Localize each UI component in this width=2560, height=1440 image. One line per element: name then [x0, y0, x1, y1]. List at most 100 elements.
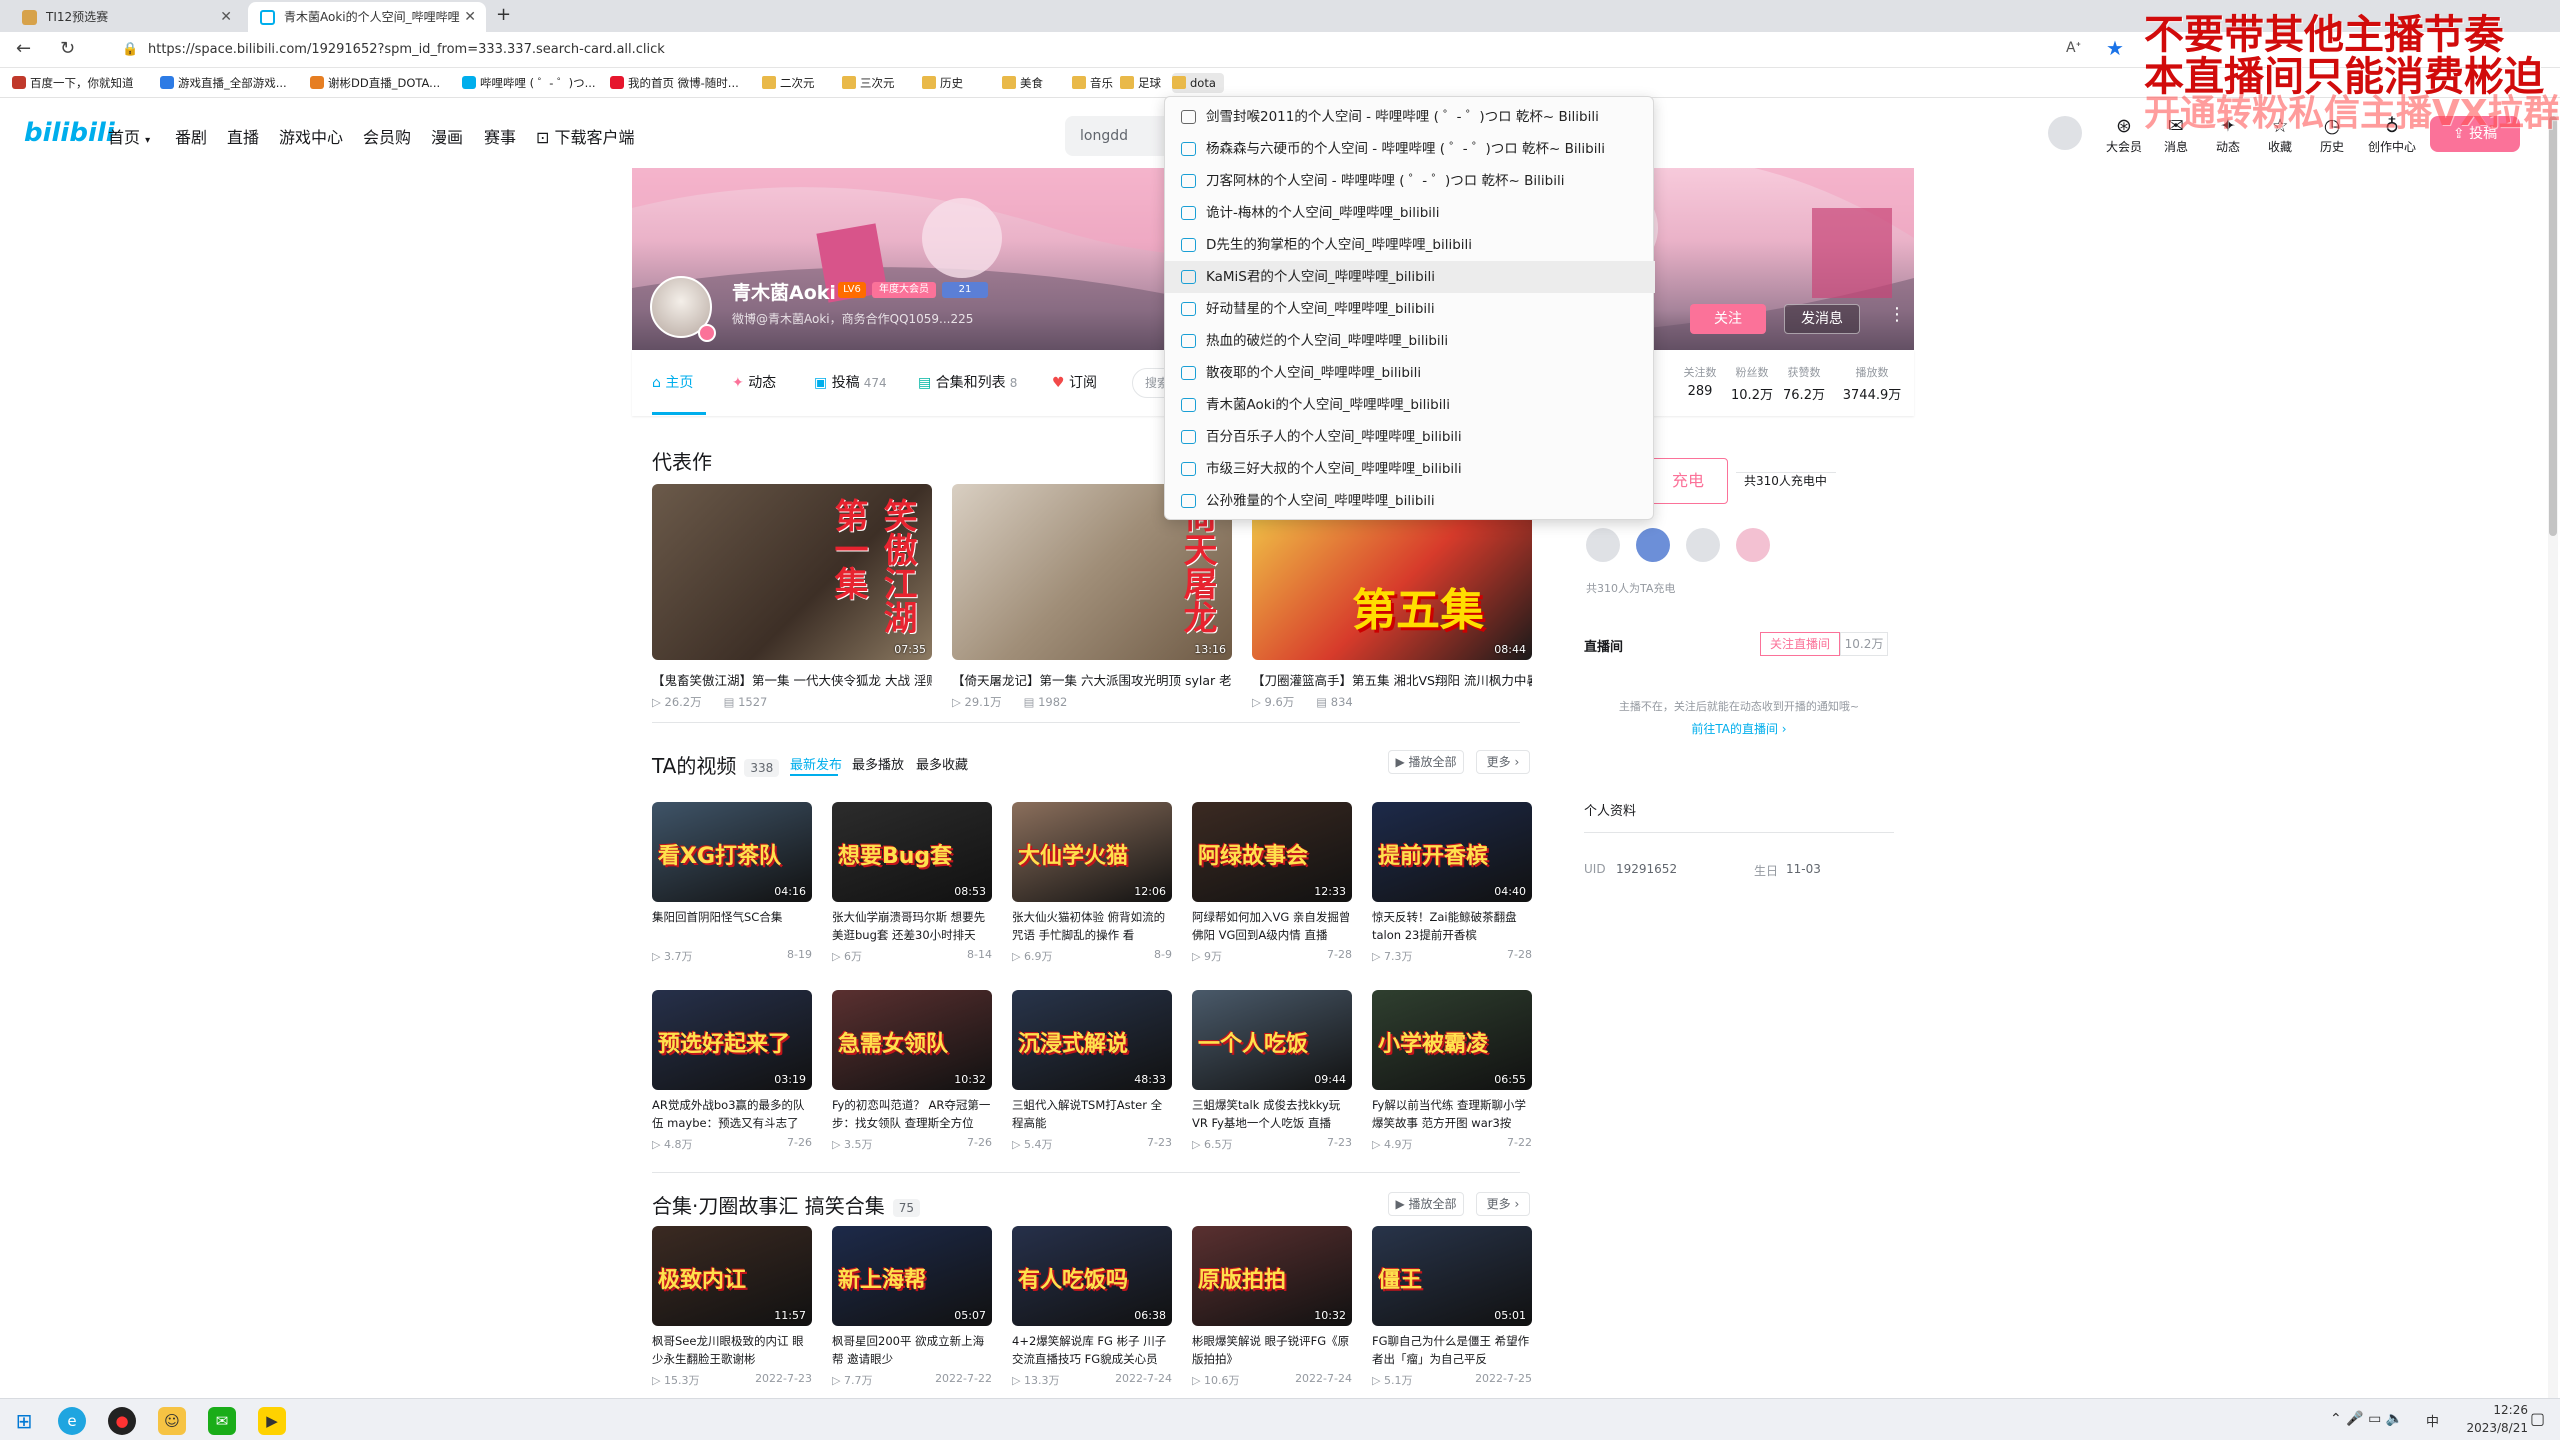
video-card[interactable]: 想要Bug套 08:53 张大仙学崩溃哥玛尔斯 想要先美逛bug套 还差30小时排天…	[832, 802, 994, 968]
video-card[interactable]: 提前开香槟 04:40 惊天反转！Zai能鲸破茶翻盘 talon 23提前开香槟 ▷ …	[1372, 802, 1534, 968]
more-videos-button[interactable]: 更多 ›	[1476, 750, 1530, 774]
video-thumbnail[interactable]: 新上海帮 05:07	[832, 1226, 992, 1326]
play-all-button[interactable]: ▶ 播放全部	[1388, 750, 1464, 774]
bookmark-item[interactable]: 音乐	[1072, 73, 1113, 93]
sort-latest[interactable]: 最新发布	[790, 754, 842, 773]
masterpiece-title[interactable]: 【鬼畜笑傲江湖】第一集 一代大侠令狐龙 大战 淫贼	[652, 670, 932, 689]
app-icon[interactable]: ●	[108, 1407, 136, 1435]
video-title[interactable]: 彬眼爆笑解说 眼子锐评FG《原版拍拍》	[1192, 1332, 1352, 1368]
video-thumbnail[interactable]: 原版拍拍 10:32	[1192, 1226, 1352, 1326]
dropdown-bookmark-item[interactable]: 市级三好大叔的个人空间_哔哩哔哩_bilibili	[1165, 453, 1655, 485]
bilibili-logo[interactable]: bilibili	[24, 118, 115, 148]
video-thumbnail[interactable]: 极致内讧 11:57	[652, 1226, 812, 1326]
stat-following[interactable]: 关注数 289	[1670, 364, 1730, 399]
video-title[interactable]: Fy的初恋叫范道？ AR夺冠第一步：找女领队 查理斯全方位	[832, 1096, 992, 1132]
video-card[interactable]: 僵王 05:01 FG聊自己为什么是僵王 希望作者出「瘤」为自己平反 ▷ 5.1万 20…	[1372, 1226, 1534, 1392]
video-card[interactable]: 有人吃饭吗 06:38 4+2爆笑解说库 FG 彬子 川子交流直播技巧 FG貌成关心…	[1012, 1226, 1174, 1392]
bookmark-item[interactable]: 哔哩哔哩 ( ゜- ゜)つ...	[462, 73, 596, 93]
bookmark-item[interactable]: 足球	[1120, 73, 1161, 93]
url-field[interactable]: 🔒 https://space.bilibili.com/19291652?sp…	[110, 36, 2110, 64]
bookmark-item[interactable]: 游戏直播_全部游戏...	[160, 73, 287, 93]
favorite-star-icon[interactable]: ★	[2106, 36, 2124, 60]
nav-game-center[interactable]: 游戏中心	[279, 124, 343, 148]
video-thumbnail[interactable]: 僵王 05:01	[1372, 1226, 1532, 1326]
collection-more-button[interactable]: 更多 ›	[1476, 1192, 1530, 1216]
charger-avatar[interactable]	[1636, 528, 1670, 562]
tab-dynamics[interactable]: ✦ 动态	[732, 372, 776, 392]
close-tab-icon[interactable]: ✕	[464, 2, 476, 32]
app-icon[interactable]: ☺	[158, 1407, 186, 1435]
bookmark-item[interactable]: 历史	[922, 73, 963, 93]
follow-button[interactable]: 关注	[1690, 304, 1766, 334]
charger-avatar[interactable]	[1586, 528, 1620, 562]
dropdown-bookmark-item[interactable]: 热血的破烂的个人空间_哔哩哔哩_bilibili	[1165, 325, 1655, 357]
video-thumbnail[interactable]: 想要Bug套 08:53	[832, 802, 992, 902]
masterpiece-title[interactable]: 【刀圈灌篮高手】第五集 湘北VS翔阳 流川枫力中暑	[1252, 670, 1532, 689]
new-tab-button[interactable]: +	[496, 4, 511, 25]
stat-fans[interactable]: 粉丝数 10.2万	[1722, 364, 1782, 403]
close-tab-icon[interactable]: ✕	[220, 2, 232, 32]
video-thumbnail[interactable]: 急需女领队 10:32	[832, 990, 992, 1090]
video-title[interactable]: 三蛆代入解说TSM打Aster 全程高能	[1012, 1096, 1172, 1132]
video-thumbnail[interactable]: 沉浸式解说 48:33	[1012, 990, 1172, 1090]
tab-posts[interactable]: ▣ 投稿 474	[814, 372, 887, 392]
video-title[interactable]: 三蛆爆笑talk 成俊去找kky玩 VR Fy基地一个人吃饭 直播	[1192, 1096, 1352, 1132]
app-icon[interactable]: ▶	[258, 1407, 286, 1435]
tab-subscriptions[interactable]: ♥ 订阅	[1052, 372, 1097, 392]
wechat-icon[interactable]: ✉	[208, 1407, 236, 1435]
video-thumbnail[interactable]: 提前开香槟 04:40	[1372, 802, 1532, 902]
video-card[interactable]: 沉浸式解说 48:33 三蛆代入解说TSM打Aster 全程高能 ▷ 5.4万 7-23	[1012, 990, 1174, 1156]
video-card[interactable]: 看XG打茶队 04:16 集阳回首阴阳怪气SC合集 ▷ 3.7万 8-19	[652, 802, 814, 968]
masterpiece-title[interactable]: 【倚天屠龙记】第一集 六大派围攻光明顶 sylar 老师	[952, 670, 1232, 689]
video-title[interactable]: 惊天反转！Zai能鲸破茶翻盘 talon 23提前开香槟	[1372, 908, 1532, 944]
video-thumbnail[interactable]: 一个人吃饭 09:44	[1192, 990, 1352, 1090]
browser-tab-ti12[interactable]: TI12预选赛 ✕	[10, 2, 242, 32]
notification-icon[interactable]: ▢	[2530, 1409, 2545, 1428]
video-card[interactable]: 小学被霸凌 06:55 Fy解以前当代练 查理斯聊小学爆笑故事 范方开图 war3按…	[1372, 990, 1534, 1156]
send-message-button[interactable]: 发消息	[1784, 304, 1860, 334]
nav-download-client[interactable]: ⊡ 下载客户端	[536, 124, 635, 148]
browser-tab-profile[interactable]: 青木菌Aoki的个人空间_哔哩哔哩 ✕	[248, 2, 486, 32]
dropdown-bookmark-item[interactable]: 诡计-梅林的个人空间_哔哩哔哩_bilibili	[1165, 197, 1655, 229]
nav-esports[interactable]: 赛事	[484, 124, 516, 148]
bookmark-item[interactable]: 谢彬DD直播_DOTA...	[310, 73, 440, 93]
more-menu-icon[interactable]: ⋮	[1888, 304, 1906, 325]
video-title[interactable]: 张大仙学崩溃哥玛尔斯 想要先美逛bug套 还差30小时排天	[832, 908, 992, 944]
video-title[interactable]: Fy解以前当代练 查理斯聊小学爆笑故事 范方开图 war3按	[1372, 1096, 1532, 1132]
follow-live-button[interactable]: 关注直播间	[1760, 632, 1840, 656]
video-card[interactable]: 新上海帮 05:07 枫哥星回200平 欲成立新上海帮 邀请眼少 ▷ 7.7万 2022…	[832, 1226, 994, 1392]
nav-mall[interactable]: 会员购	[363, 124, 411, 148]
video-thumbnail[interactable]: 阿绿故事会 12:33	[1192, 802, 1352, 902]
video-title[interactable]: 集阳回首阴阳怪气SC合集	[652, 908, 812, 944]
clock-date[interactable]: 2023/8/21	[2446, 1421, 2528, 1435]
video-thumbnail[interactable]: 预选好起来了 03:19	[652, 990, 812, 1090]
video-card[interactable]: 大仙学火猫 12:06 张大仙火猫初体验 俯背如流的咒语 手忙脚乱的操作 看 ▷ 6.…	[1012, 802, 1174, 968]
video-title[interactable]: 枫哥See龙川眼极致的内讧 眼少永生翻脸王歌谢彬	[652, 1332, 812, 1368]
video-title[interactable]: 4+2爆笑解说库 FG 彬子 川子交流直播技巧 FG貌成关心员	[1012, 1332, 1172, 1368]
video-title[interactable]: 阿绿帮如何加入VG 亲自发掘曾佛阳 VG回到A级内情 直播	[1192, 908, 1352, 944]
collection-play-all-button[interactable]: ▶ 播放全部	[1388, 1192, 1464, 1216]
back-arrow-icon[interactable]: ←	[16, 38, 31, 59]
video-card[interactable]: 急需女领队 10:32 Fy的初恋叫范道？ AR夺冠第一步：找女领队 查理斯全方位 ▷…	[832, 990, 994, 1156]
bookmark-item[interactable]: dota	[1172, 73, 1224, 93]
video-card[interactable]: 原版拍拍 10:32 彬眼爆笑解说 眼子锐评FG《原版拍拍》 ▷ 10.6万 2022-…	[1192, 1226, 1354, 1392]
bookmark-item[interactable]: 三次元	[842, 73, 895, 93]
dropdown-bookmark-item[interactable]: 剑雪封喉2011的个人空间 - 哔哩哔哩 ( ゜- ゜)つロ 乾杯~ Bilib…	[1165, 101, 1655, 133]
dropdown-bookmark-item[interactable]: 散夜耶的个人空间_哔哩哔哩_bilibili	[1165, 357, 1655, 389]
video-card[interactable]: 预选好起来了 03:19 AR觉成外战bo3赢的最多的队伍 maybe：预选又有斗志…	[652, 990, 814, 1156]
charger-avatar[interactable]	[1686, 528, 1720, 562]
video-thumbnail[interactable]: 看XG打茶队 04:16	[652, 802, 812, 902]
bookmark-item[interactable]: 美食	[1002, 73, 1043, 93]
charger-avatar[interactable]	[1736, 528, 1770, 562]
dropdown-bookmark-item[interactable]: 青木菌Aoki的个人空间_哔哩哔哩_bilibili	[1165, 389, 1655, 421]
video-title[interactable]: 枫哥星回200平 欲成立新上海帮 邀请眼少	[832, 1332, 992, 1368]
edge-browser-icon[interactable]: e	[58, 1407, 86, 1435]
dropdown-bookmark-item[interactable]: 公孙雅量的个人空间_哔哩哔哩_bilibili	[1165, 485, 1655, 517]
ime-indicator[interactable]: 中	[2426, 1411, 2439, 1430]
video-thumbnail[interactable]: 大仙学火猫 12:06	[1012, 802, 1172, 902]
video-card[interactable]: 极致内讧 11:57 枫哥See龙川眼极致的内讧 眼少永生翻脸王歌谢彬 ▷ 15.3万…	[652, 1226, 814, 1392]
sort-most-favorited[interactable]: 最多收藏	[916, 754, 968, 773]
dropdown-bookmark-item[interactable]: 刀客阿林的个人空间 - 哔哩哔哩 ( ゜- ゜)つロ 乾杯~ Bilibili	[1165, 165, 1655, 197]
dropdown-bookmark-item[interactable]: 杨森森与六硬币的个人空间 - 哔哩哔哩 ( ゜- ゜)つロ 乾杯~ Bilibi…	[1165, 133, 1655, 165]
reload-icon[interactable]: ↻	[60, 38, 75, 59]
